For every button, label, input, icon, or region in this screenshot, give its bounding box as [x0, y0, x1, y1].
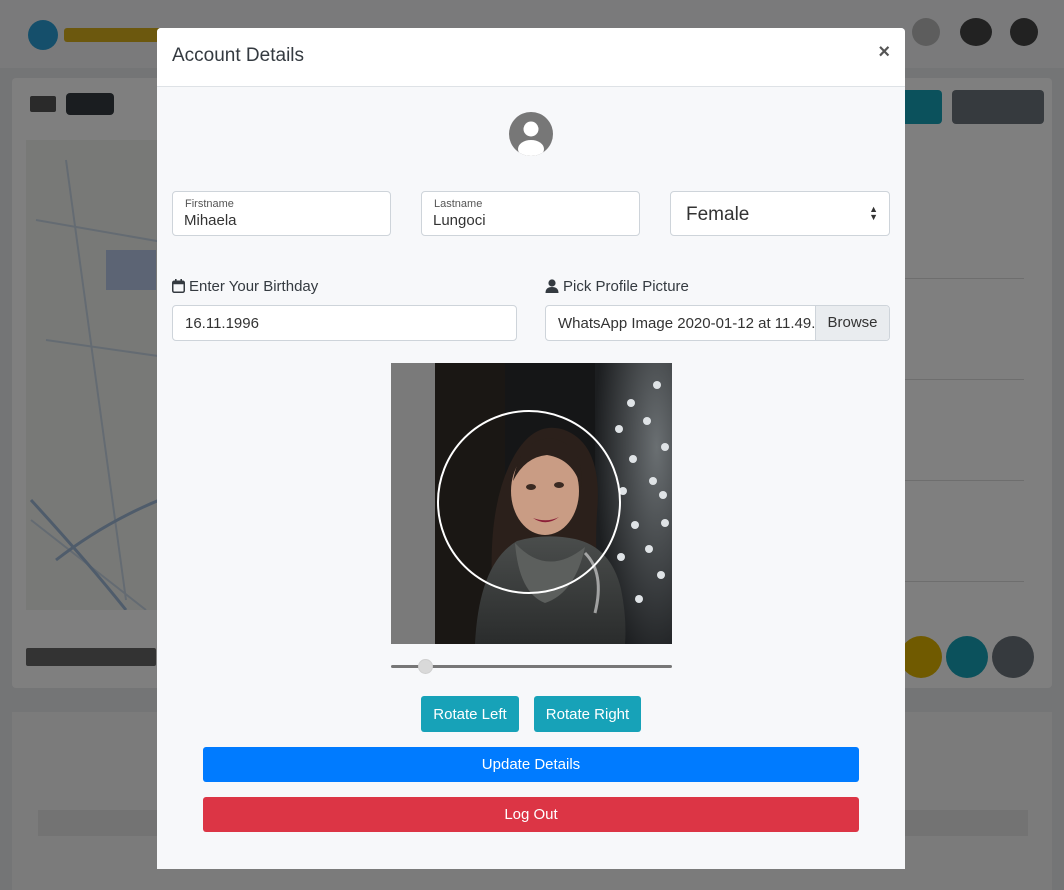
lastname-label: Lastname: [434, 198, 483, 210]
profile-picture-label: Pick Profile Picture: [545, 278, 689, 295]
firstname-field[interactable]: Firstname: [172, 191, 391, 236]
rotate-right-button[interactable]: Rotate Right: [534, 696, 641, 732]
modal-title: Account Details: [172, 45, 305, 66]
calendar-icon: [172, 279, 185, 293]
file-name: WhatsApp Image 2020-01-12 at 11.49.0: [558, 315, 816, 332]
gender-selected-value: Female: [686, 204, 750, 225]
zoom-slider-handle[interactable]: [417, 659, 433, 674]
log-out-button[interactable]: Log Out: [203, 797, 859, 832]
close-button[interactable]: ×: [878, 42, 890, 62]
zoom-slider[interactable]: [391, 659, 672, 674]
birthday-label-text: Enter Your Birthday: [189, 278, 319, 295]
birthday-input[interactable]: 16.11.1996: [172, 305, 517, 341]
account-details-modal: Account Details × Firstname Lastname Fem…: [157, 28, 905, 869]
lastname-field[interactable]: Lastname: [421, 191, 640, 236]
profile-picture-label-text: Pick Profile Picture: [563, 278, 689, 295]
lastname-input[interactable]: [433, 212, 623, 229]
update-details-button[interactable]: Update Details: [203, 747, 859, 782]
modal-header: Account Details ×: [157, 28, 905, 87]
firstname-label: Firstname: [185, 198, 234, 210]
firstname-input[interactable]: [184, 212, 374, 229]
user-icon: [545, 279, 559, 293]
rotate-left-button[interactable]: Rotate Left: [421, 696, 519, 732]
birthday-value: 16.11.1996: [185, 315, 259, 332]
birthday-label: Enter Your Birthday: [172, 278, 318, 295]
image-cropper[interactable]: [391, 363, 672, 644]
gender-select[interactable]: Female ▲ ▼: [670, 191, 890, 236]
user-circle-icon: [509, 112, 553, 156]
profile-picture-file-input[interactable]: WhatsApp Image 2020-01-12 at 11.49.0 Bro…: [545, 305, 890, 341]
select-arrows-icon: ▲ ▼: [869, 204, 878, 222]
browse-button[interactable]: Browse: [815, 306, 889, 340]
crop-area-circle[interactable]: [437, 410, 621, 594]
